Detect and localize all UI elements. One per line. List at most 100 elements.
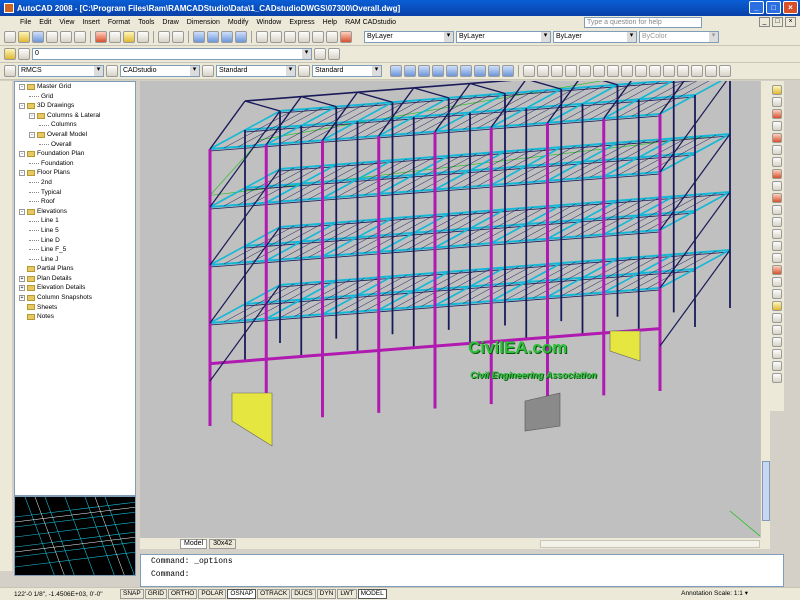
- multiline-text-icon[interactable]: [772, 349, 782, 359]
- status-toggle-snap[interactable]: SNAP: [120, 589, 144, 599]
- tree-item[interactable]: Roof: [15, 197, 135, 207]
- multileader-style-icon[interactable]: [298, 65, 310, 77]
- undo-icon[interactable]: [158, 31, 170, 43]
- collapse-icon[interactable]: -: [19, 150, 25, 157]
- close-button[interactable]: ×: [783, 1, 798, 14]
- new-file-icon[interactable]: [4, 31, 16, 43]
- cut-icon[interactable]: [95, 31, 107, 43]
- tree-folder[interactable]: Partial Plans: [15, 264, 135, 274]
- menu-edit[interactable]: Edit: [35, 19, 55, 26]
- aligned-dim-icon[interactable]: [537, 65, 549, 77]
- explode-icon[interactable]: [772, 277, 782, 287]
- ordinate-icon[interactable]: [565, 65, 577, 77]
- markup-icon[interactable]: [312, 31, 324, 43]
- tree-item[interactable]: Columns: [15, 120, 135, 130]
- jogged-icon[interactable]: [593, 65, 605, 77]
- status-toggle-lwt[interactable]: LWT: [337, 589, 357, 599]
- expand-icon[interactable]: +: [19, 294, 25, 301]
- zoom-realtime-icon[interactable]: [207, 31, 219, 43]
- tree-folder[interactable]: + Column Snapshots: [15, 293, 135, 303]
- tree-folder[interactable]: - Master Grid: [15, 82, 135, 92]
- cadstudio-combo[interactable]: CADstudio: [120, 65, 200, 77]
- horizontal-scrollbar[interactable]: [540, 540, 760, 548]
- tree-folder[interactable]: - Columns & Lateral: [15, 111, 135, 121]
- properties-icon[interactable]: [256, 31, 268, 43]
- break-at-point-icon[interactable]: [772, 217, 782, 227]
- tree-item[interactable]: Line J: [15, 255, 135, 265]
- tree-folder[interactable]: - Floor Plans: [15, 168, 135, 178]
- doc-close-button[interactable]: ×: [785, 17, 796, 27]
- tree-folder[interactable]: Notes: [15, 312, 135, 322]
- tree-folder[interactable]: - Foundation Plan: [15, 149, 135, 159]
- menu-express[interactable]: Express: [285, 19, 318, 26]
- tool-palettes-icon[interactable]: [284, 31, 296, 43]
- status-toggle-osnap[interactable]: OSNAP: [227, 589, 257, 599]
- tree-item[interactable]: Typical: [15, 188, 135, 198]
- copy-icon[interactable]: [109, 31, 121, 43]
- stretch-icon[interactable]: [772, 181, 782, 191]
- collapse-icon[interactable]: -: [29, 112, 35, 119]
- model-viewport[interactable]: [140, 58, 761, 538]
- extend-icon[interactable]: [772, 205, 782, 215]
- color-combo[interactable]: ByLayer: [364, 31, 454, 43]
- scale-icon[interactable]: [772, 169, 782, 179]
- tree-folder[interactable]: + Plan Details: [15, 274, 135, 284]
- array-icon[interactable]: [772, 133, 782, 143]
- expand-icon[interactable]: +: [19, 275, 25, 282]
- tree-item[interactable]: Line F_5: [15, 245, 135, 255]
- doc-restore-button[interactable]: □: [772, 17, 783, 27]
- open-file-icon[interactable]: [18, 31, 30, 43]
- zoom-center-icon[interactable]: [432, 65, 444, 77]
- tree-item[interactable]: Foundation: [15, 159, 135, 169]
- plotstyle-combo[interactable]: ByColor: [639, 31, 719, 43]
- diameter-icon[interactable]: [607, 65, 619, 77]
- status-toggle-dyn[interactable]: DYN: [316, 589, 337, 599]
- tree-item[interactable]: 2nd: [15, 178, 135, 188]
- menu-draw[interactable]: Draw: [158, 19, 182, 26]
- zoom-out-icon[interactable]: [474, 65, 486, 77]
- text-style-icon[interactable]: [4, 65, 16, 77]
- table-style-icon[interactable]: [202, 65, 214, 77]
- status-toggle-model[interactable]: MODEL: [357, 589, 387, 599]
- join-icon[interactable]: [772, 241, 782, 251]
- doc-minimize-button[interactable]: _: [759, 17, 770, 27]
- expand-icon[interactable]: +: [19, 285, 25, 292]
- zoom-scale-icon[interactable]: [418, 65, 430, 77]
- region-icon[interactable]: [772, 325, 782, 335]
- zoom-all-icon[interactable]: [488, 65, 500, 77]
- lineweight-combo[interactable]: ByLayer: [553, 31, 637, 43]
- design-center-icon[interactable]: [270, 31, 282, 43]
- layer-manager-icon[interactable]: [4, 48, 16, 60]
- move-icon[interactable]: [772, 145, 782, 155]
- status-toggle-otrack[interactable]: OTRACK: [257, 589, 291, 599]
- collapse-icon[interactable]: -: [19, 83, 25, 90]
- center-mark-icon[interactable]: [719, 65, 731, 77]
- tree-item[interactable]: Line D: [15, 236, 135, 246]
- zoom-window-icon[interactable]: [221, 31, 233, 43]
- plot-preview-icon[interactable]: [60, 31, 72, 43]
- menu-modify[interactable]: Modify: [224, 19, 253, 26]
- zoom-previous-icon[interactable]: [235, 31, 247, 43]
- continue-icon[interactable]: [663, 65, 675, 77]
- menu-window[interactable]: Window: [252, 19, 285, 26]
- tree-folder[interactable]: + Elevation Details: [15, 283, 135, 293]
- annotation-scale[interactable]: Annotation Scale: 1:1 ▾: [681, 589, 748, 597]
- dim-break-icon[interactable]: [691, 65, 703, 77]
- fillet-icon[interactable]: [772, 265, 782, 275]
- tree-folder[interactable]: - Elevations: [15, 207, 135, 217]
- collapse-icon[interactable]: -: [19, 208, 25, 215]
- tolerance-icon[interactable]: [705, 65, 717, 77]
- command-prompt[interactable]: Command:: [151, 568, 783, 581]
- zoom-in-icon[interactable]: [460, 65, 472, 77]
- zoom-window-icon[interactable]: [390, 65, 402, 77]
- erase-icon[interactable]: [772, 85, 782, 95]
- zoom-object-icon[interactable]: [446, 65, 458, 77]
- radius-icon[interactable]: [579, 65, 591, 77]
- dim-space-icon[interactable]: [677, 65, 689, 77]
- menu-ram-cadstudio[interactable]: RAM CADstudio: [341, 19, 400, 26]
- break-icon[interactable]: [772, 229, 782, 239]
- maximize-button[interactable]: □: [766, 1, 781, 14]
- tree-item[interactable]: Grid: [15, 92, 135, 102]
- linear-dim-icon[interactable]: [523, 65, 535, 77]
- vertical-scrollbar[interactable]: [760, 81, 770, 538]
